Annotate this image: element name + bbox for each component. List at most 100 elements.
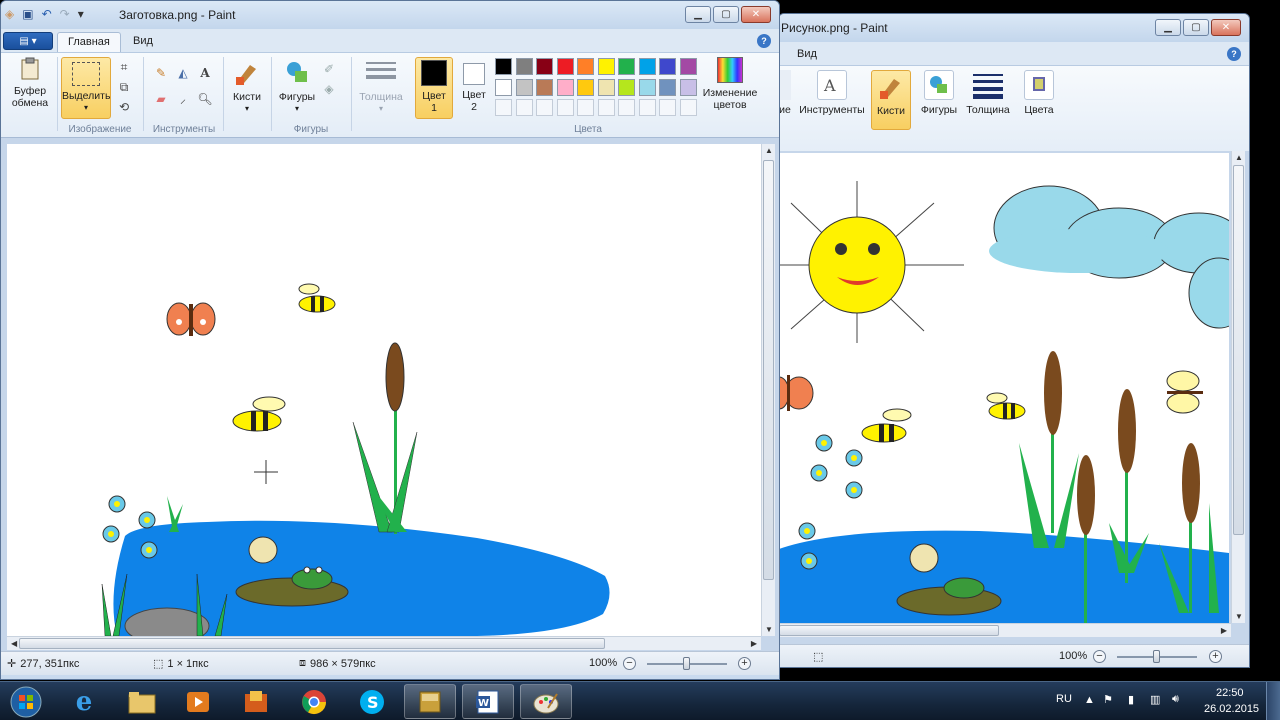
- thickness-button[interactable]: Толщина ▾: [355, 57, 407, 115]
- palette-swatch[interactable]: [638, 78, 656, 96]
- start-button[interactable]: [0, 684, 52, 719]
- palette-swatch[interactable]: [556, 78, 574, 96]
- custom-color-swatch[interactable]: [597, 99, 615, 116]
- taskbar-word[interactable]: W: [462, 684, 514, 719]
- palette-swatch[interactable]: [495, 58, 512, 75]
- taskbar-skype[interactable]: S: [346, 684, 398, 719]
- palette-swatch[interactable]: [597, 58, 615, 75]
- horizontal-scroll-thumb[interactable]: [19, 638, 605, 649]
- undo-icon[interactable]: ↶: [42, 7, 52, 21]
- palette-swatch[interactable]: [515, 58, 533, 75]
- custom-color-swatch[interactable]: [618, 99, 635, 116]
- custom-color-swatch[interactable]: [536, 99, 553, 116]
- eraser-icon[interactable]: ▰: [153, 91, 169, 107]
- palette-swatch[interactable]: [597, 78, 615, 96]
- horizontal-scrollbar[interactable]: ◀ ▶: [7, 636, 761, 650]
- custom-color-swatch[interactable]: [577, 99, 594, 116]
- tab-home[interactable]: Главная: [57, 32, 121, 52]
- taskbar-archive[interactable]: [404, 684, 456, 719]
- close-button[interactable]: ✕: [741, 6, 771, 23]
- palette-swatch[interactable]: [536, 58, 553, 75]
- taskbar-paint[interactable]: [520, 684, 572, 719]
- taskbar-paint-net[interactable]: [230, 684, 282, 719]
- palette-swatch[interactable]: [618, 58, 635, 75]
- language-indicator[interactable]: RU: [1056, 693, 1072, 705]
- pencil-icon[interactable]: ✎: [153, 65, 169, 81]
- palette-swatch[interactable]: [577, 58, 594, 75]
- network-icon[interactable]: ▥: [1150, 693, 1160, 706]
- horizontal-scrollbar[interactable]: ▶: [779, 623, 1231, 637]
- colors-button[interactable]: Цвета: [1019, 70, 1059, 116]
- flag-icon[interactable]: ⚑: [1103, 693, 1113, 706]
- close-button[interactable]: ✕: [1211, 19, 1241, 36]
- color-picker-icon[interactable]: ⸝: [175, 91, 191, 107]
- zoom-out-button[interactable]: −: [623, 657, 636, 670]
- brushes-button[interactable]: Кисти: [871, 70, 911, 130]
- palette-swatch[interactable]: [556, 58, 574, 75]
- palette-swatch[interactable]: [679, 58, 697, 75]
- magnifier-icon[interactable]: 🔍︎: [197, 91, 213, 107]
- palette-swatch[interactable]: [659, 58, 676, 75]
- tab-view[interactable]: Вид: [123, 32, 163, 52]
- color2-button[interactable]: Цвет 2: [457, 57, 491, 113]
- show-desktop-button[interactable]: [1266, 682, 1280, 720]
- palette-swatch[interactable]: [515, 78, 533, 96]
- show-hidden-icons[interactable]: ▲: [1084, 694, 1095, 706]
- clipboard-button[interactable]: Буфер обмена: [7, 57, 53, 109]
- save-icon[interactable]: ▣: [22, 7, 33, 21]
- clock-time[interactable]: 22:50: [1216, 687, 1244, 699]
- outline-icon[interactable]: ✐: [321, 61, 337, 77]
- horizontal-scroll-thumb[interactable]: [779, 625, 999, 636]
- zoom-out-button[interactable]: −: [1093, 650, 1106, 663]
- help-icon[interactable]: ?: [1227, 47, 1241, 61]
- paint-app-icon[interactable]: ◈: [5, 7, 14, 21]
- text-icon[interactable]: A: [197, 65, 213, 81]
- tools-button[interactable]: A Инструменты: [797, 70, 867, 116]
- edit-colors-button[interactable]: Изменение цветов: [701, 57, 759, 111]
- custom-color-swatch[interactable]: [659, 99, 676, 116]
- vertical-scroll-thumb[interactable]: [763, 160, 774, 580]
- drawing-canvas[interactable]: [7, 144, 761, 636]
- zoom-slider-thumb[interactable]: [1153, 650, 1160, 663]
- zoom-in-button[interactable]: +: [1209, 650, 1222, 663]
- taskbar-chrome[interactable]: [288, 684, 340, 719]
- select-button[interactable]: Выделить ▾: [61, 57, 111, 119]
- brushes-button[interactable]: Кисти ▾: [227, 57, 267, 115]
- maximize-button[interactable]: ▢: [1183, 19, 1209, 36]
- shapes-button[interactable]: Фигуры: [917, 70, 961, 116]
- minimize-button[interactable]: ▁: [685, 6, 711, 23]
- help-icon[interactable]: ?: [757, 34, 771, 48]
- redo-icon[interactable]: ↷: [60, 7, 70, 21]
- palette-swatch[interactable]: [679, 78, 697, 96]
- shapes-button[interactable]: Фигуры ▾: [275, 57, 319, 115]
- title-bar[interactable]: Рисунок.png - Paint ▁ ▢ ✕: [779, 14, 1249, 42]
- custom-color-swatch[interactable]: [515, 99, 533, 116]
- taskbar-internet-explorer[interactable]: e: [58, 684, 110, 719]
- taskbar-file-explorer[interactable]: [116, 684, 168, 719]
- palette-swatch[interactable]: [536, 78, 553, 96]
- fill-icon[interactable]: ◭: [175, 65, 191, 81]
- zoom-slider-thumb[interactable]: [683, 657, 690, 670]
- custom-color-swatch[interactable]: [638, 99, 656, 116]
- volume-icon[interactable]: 🔊︎: [1172, 693, 1179, 706]
- palette-swatch[interactable]: [495, 78, 512, 96]
- custom-color-swatch[interactable]: [495, 99, 512, 116]
- palette-swatch[interactable]: [659, 78, 676, 96]
- maximize-button[interactable]: ▢: [713, 6, 739, 23]
- customize-toolbar-icon[interactable]: ▾: [78, 7, 84, 21]
- battery-icon[interactable]: ▮: [1128, 693, 1134, 706]
- palette-swatch[interactable]: [618, 78, 635, 96]
- palette-swatch[interactable]: [577, 78, 594, 96]
- fill-style-icon[interactable]: ◈: [321, 81, 337, 97]
- partial-group[interactable]: ие: [779, 70, 795, 116]
- paint-menu-button[interactable]: ▤ ▾: [3, 32, 53, 50]
- thickness-button[interactable]: Толщина: [964, 70, 1012, 116]
- color1-button[interactable]: Цвет 1: [415, 57, 453, 119]
- drawing-canvas[interactable]: [779, 153, 1229, 623]
- crop-icon[interactable]: ⌗: [116, 59, 132, 75]
- title-bar[interactable]: ◈ ▣ ↶ ↷ ▾ Заготовка.png - Paint ▁ ▢ ✕: [1, 1, 779, 29]
- zoom-in-button[interactable]: +: [738, 657, 751, 670]
- resize-icon[interactable]: ⧉: [116, 79, 132, 95]
- palette-swatch[interactable]: [638, 58, 656, 75]
- tab-view[interactable]: Вид: [787, 45, 827, 65]
